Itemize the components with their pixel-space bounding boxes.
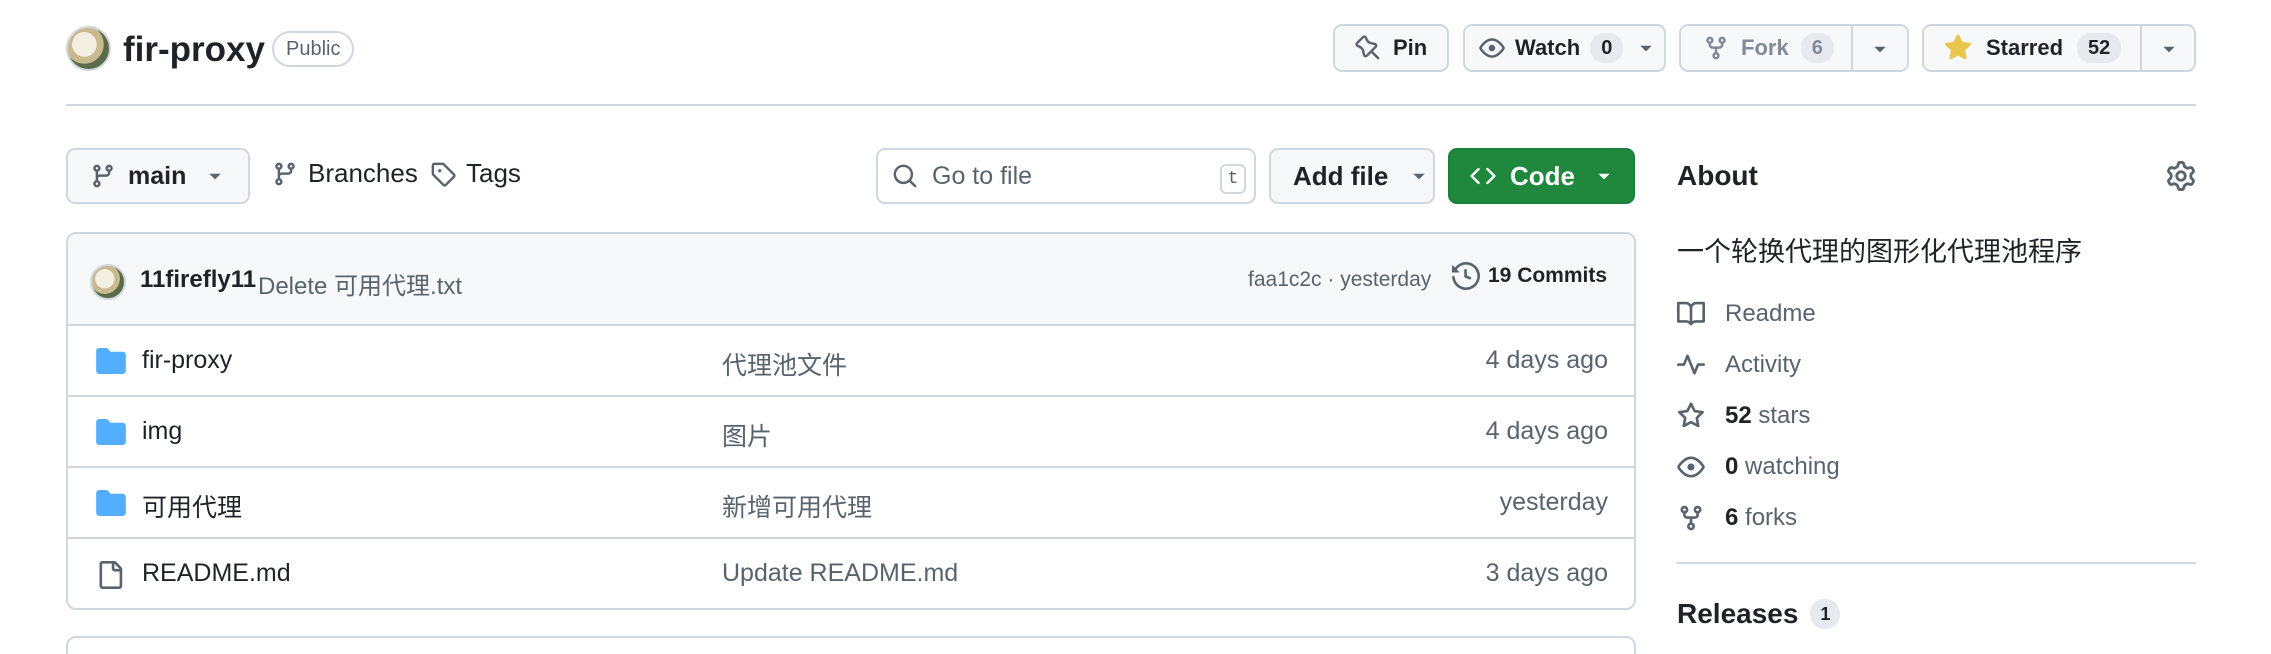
watch-button[interactable]: Watch 0 [1463,24,1666,72]
fork-count: 6 [1800,33,1834,63]
file-commit-message[interactable]: Update README.md [722,559,958,588]
commit-author[interactable]: 11firefly11 [140,266,256,294]
releases-heading[interactable]: Releases 1 [1677,598,1841,630]
file-name[interactable]: img [142,417,182,446]
repo-description: 一个轮换代理的图形化代理池程序 [1677,237,2082,267]
commit-hash-time[interactable]: faa1c2c · yesterday [1248,268,1431,292]
latest-commit-bar: 11firefly11 Delete 可用代理.txt faa1c2c · ye… [68,234,1634,326]
fork-icon [1703,35,1729,61]
file-age: 3 days ago [1485,559,1608,587]
commits-history-link[interactable]: 19 Commits [1452,262,1607,290]
stars-link[interactable]: 52 stars [1677,402,1810,430]
chevron-down-icon [1637,39,1655,57]
watch-label: Watch [1515,35,1581,60]
file-row[interactable]: README.md Update README.md 3 days ago [68,539,1634,608]
file-name[interactable]: README.md [142,559,291,588]
folder-icon [96,419,126,445]
commits-count-label: 19 Commits [1488,264,1608,287]
readme-link[interactable]: Readme [1677,300,1816,328]
sidebar-divider [1677,562,2196,564]
starred-button[interactable]: Starred 52 [1922,24,2196,72]
go-to-file-shortcut: t [1220,164,1246,194]
folder-icon [96,490,126,516]
stars-label: stars [1758,402,1811,429]
chevron-down-icon [1595,167,1613,185]
fork-button[interactable]: Fork 6 [1679,24,1909,72]
branch-select[interactable]: main [66,148,250,204]
file-commit-message[interactable]: 新增可用代理 [722,488,872,524]
tags-link[interactable]: Tags [430,158,521,189]
commit-message[interactable]: Delete 可用代理.txt [258,266,462,301]
readme-panel [66,636,1636,654]
pin-button[interactable]: Pin [1333,24,1449,72]
eye-icon [1479,35,1505,61]
activity-label: Activity [1725,351,1802,378]
file-browser: 11firefly11 Delete 可用代理.txt faa1c2c · ye… [66,232,1636,610]
tags-label: Tags [466,158,521,188]
eye-icon [1677,453,1705,481]
file-row[interactable]: fir-proxy 代理池文件 4 days ago [68,326,1634,397]
branches-label: Branches [308,158,418,188]
forks-count: 6 [1725,504,1739,531]
watching-link[interactable]: 0 watching [1677,453,1840,481]
readme-label: Readme [1725,300,1816,327]
watching-label: watching [1745,453,1840,480]
code-label: Code [1510,160,1575,191]
visibility-badge: Public [272,31,355,67]
tag-icon [430,161,456,187]
gear-icon[interactable] [2166,161,2196,191]
file-age: 4 days ago [1485,417,1608,445]
file-name[interactable]: 可用代理 [142,488,242,524]
commit-author-avatar[interactable] [90,264,126,300]
go-to-file-input[interactable] [932,161,1202,191]
chevron-down-icon [1410,167,1428,185]
star-count: 52 [2077,33,2122,63]
fork-label: Fork [1741,35,1789,60]
star-icon [1677,402,1705,430]
branch-name: main [128,161,187,190]
pin-icon [1355,35,1381,61]
git-branch-icon [90,163,116,189]
repo-name[interactable]: fir-proxy [123,30,265,70]
starred-label: Starred [1986,35,2064,60]
file-row[interactable]: img 图片 4 days ago [68,397,1634,468]
branches-link[interactable]: Branches [272,158,418,189]
chevron-down-icon [206,167,224,185]
file-age: 4 days ago [1485,346,1608,374]
stars-count: 52 [1725,402,1752,429]
add-file-button[interactable]: Add file [1269,148,1435,204]
add-file-label: Add file [1293,160,1389,191]
header-divider [66,104,2196,106]
fork-icon [1677,504,1705,532]
folder-icon [96,348,126,374]
forks-link[interactable]: 6 forks [1677,504,1797,532]
repo-owner-avatar[interactable] [66,26,111,71]
history-icon [1452,262,1480,290]
pulse-icon [1677,351,1705,379]
book-icon [1677,300,1705,328]
star-dropdown-chevron-icon[interactable] [2160,40,2178,58]
code-icon [1470,163,1496,189]
file-age: yesterday [1499,488,1608,516]
forks-label: forks [1745,504,1798,531]
go-to-file-field[interactable]: t [876,148,1256,204]
activity-link[interactable]: Activity [1677,351,1801,379]
star-filled-icon [1944,34,1972,62]
releases-count: 1 [1810,599,1841,629]
fork-dropdown-chevron-icon[interactable] [1871,40,1889,58]
file-row[interactable]: 可用代理 新增可用代理 yesterday [68,468,1634,539]
file-name[interactable]: fir-proxy [142,346,232,375]
file-icon [96,561,124,589]
releases-label: Releases [1677,598,1799,629]
watching-count: 0 [1725,453,1739,480]
search-icon [892,163,918,189]
code-button[interactable]: Code [1448,148,1635,204]
about-heading: About [1677,160,1758,191]
git-branch-icon [272,161,298,187]
watch-count: 0 [1590,33,1624,63]
file-commit-message[interactable]: 代理池文件 [722,346,847,382]
pin-label: Pin [1393,35,1428,60]
file-commit-message[interactable]: 图片 [722,417,772,453]
